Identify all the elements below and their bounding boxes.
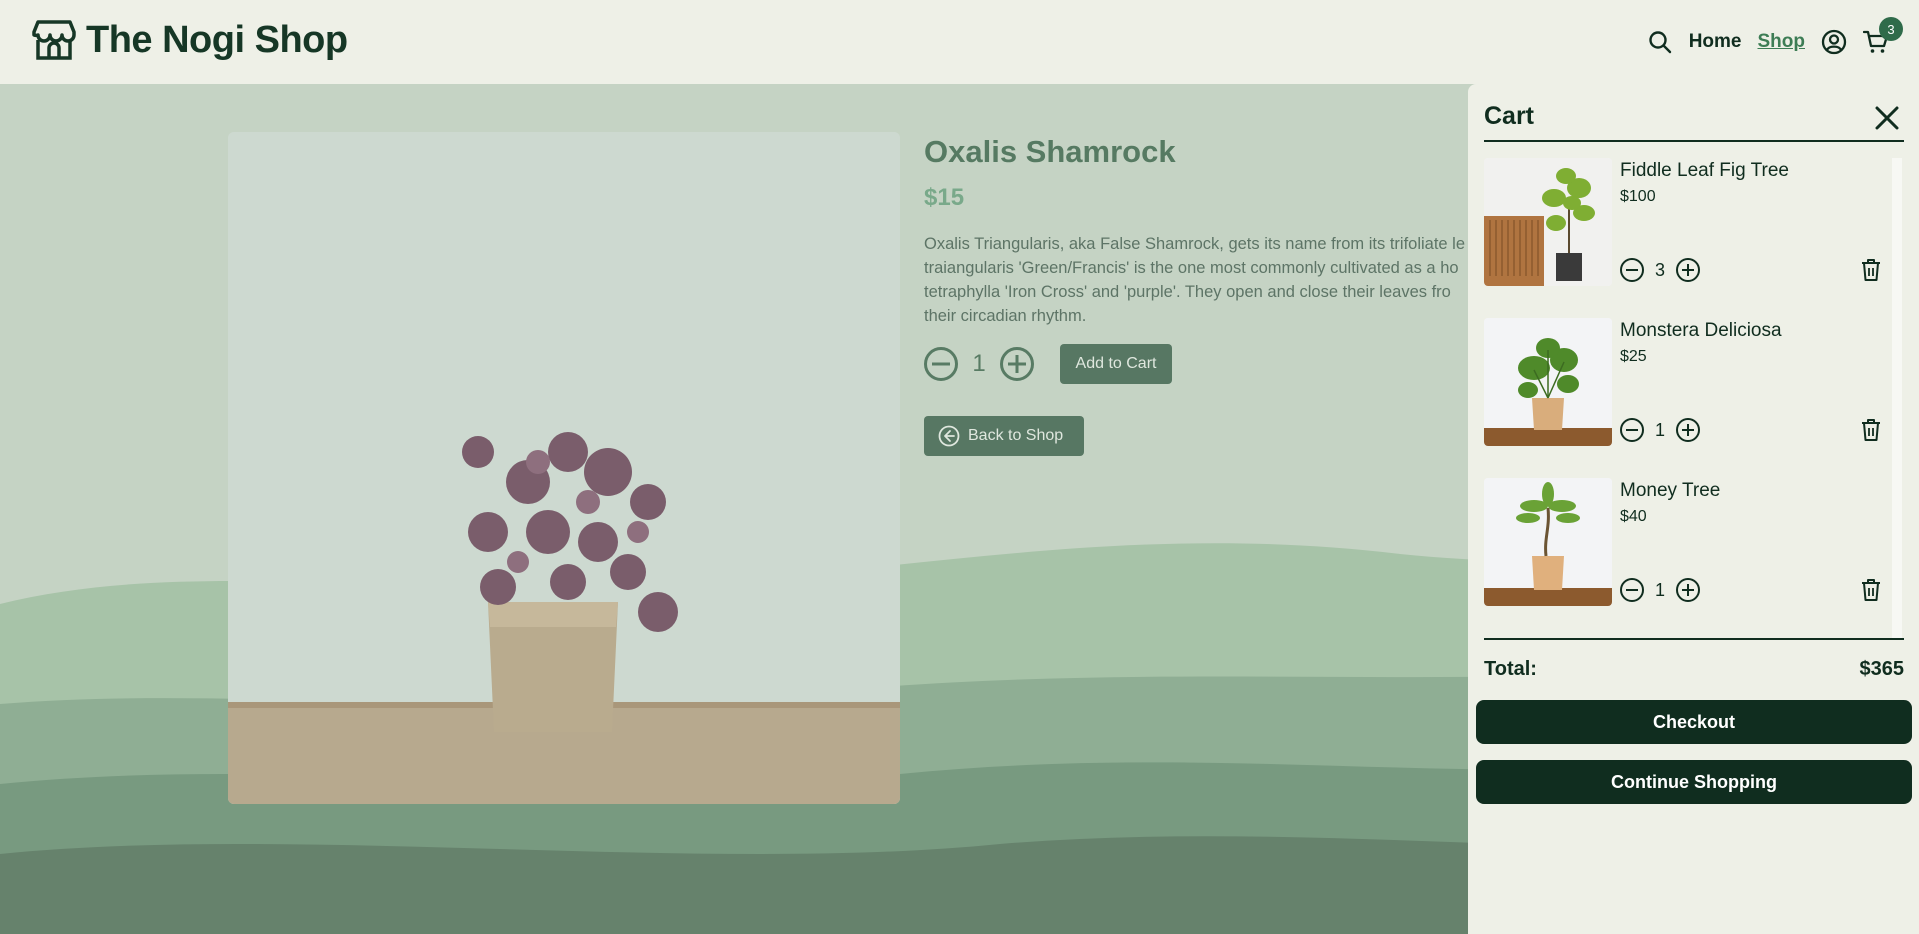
cart-item: Money Tree $40 1 xyxy=(1484,478,1904,608)
cart-title: Cart xyxy=(1484,102,1535,130)
cart-item: Fiddle Leaf Fig Tree $100 3 xyxy=(1484,158,1904,288)
trash-icon[interactable] xyxy=(1860,258,1882,282)
close-icon[interactable] xyxy=(1873,104,1901,132)
nav-home-link[interactable]: Home xyxy=(1689,31,1742,53)
decrement-button[interactable] xyxy=(924,347,958,381)
search-icon[interactable] xyxy=(1647,29,1673,55)
cart-item-decrement-button[interactable] xyxy=(1620,578,1644,602)
trash-icon[interactable] xyxy=(1860,578,1882,602)
cart-item-name: Money Tree xyxy=(1620,480,1721,501)
minus-circle-icon xyxy=(1626,269,1638,271)
product-title: Oxalis Shamrock xyxy=(924,134,1176,169)
back-to-shop-button[interactable]: Back to Shop xyxy=(924,416,1084,456)
cart-total-value: $365 xyxy=(1859,658,1905,680)
cart-item-quantity-stepper: 1 xyxy=(1620,418,1700,442)
nav-shop-link[interactable]: Shop xyxy=(1758,31,1806,53)
plus-circle-icon xyxy=(1682,264,1694,276)
cart-item-price: $40 xyxy=(1620,508,1647,525)
cart-item: Monstera Deliciosa $25 1 xyxy=(1484,318,1904,448)
cart-item-quantity: 1 xyxy=(1654,579,1665,600)
cart-total-label: Total: xyxy=(1484,658,1537,680)
minus-circle-icon xyxy=(1626,429,1638,431)
cart-count-badge: 3 xyxy=(1879,17,1903,41)
cart-divider-bottom xyxy=(1484,638,1904,640)
cart-item-quantity-stepper: 3 xyxy=(1620,258,1700,282)
cart-item-name: Fiddle Leaf Fig Tree xyxy=(1620,160,1789,181)
minus-circle-icon xyxy=(1626,589,1638,591)
cart-item-image xyxy=(1484,318,1612,446)
cart-item-increment-button[interactable] xyxy=(1676,578,1700,602)
cart-item-increment-button[interactable] xyxy=(1676,418,1700,442)
plus-circle-icon xyxy=(1682,424,1694,436)
increment-button[interactable] xyxy=(1000,347,1034,381)
quantity-stepper: 1 xyxy=(924,344,1034,384)
arrow-left-circle-icon xyxy=(938,425,960,447)
cart-divider-top xyxy=(1484,140,1904,142)
trash-icon[interactable] xyxy=(1860,418,1882,442)
cart-button[interactable]: 3 xyxy=(1863,17,1903,55)
logo[interactable]: The Nogi Shop xyxy=(32,18,348,62)
cart-item-quantity-stepper: 1 xyxy=(1620,578,1700,602)
cart-total-row: Total: $365 xyxy=(1484,658,1904,681)
quantity-value: 1 xyxy=(972,350,986,377)
cart-item-quantity: 3 xyxy=(1654,259,1665,280)
checkout-button[interactable]: Checkout xyxy=(1476,700,1912,744)
site-header: The Nogi Shop Home Shop 3 xyxy=(0,0,1919,84)
plus-circle-icon xyxy=(1008,355,1026,373)
cart-item-decrement-button[interactable] xyxy=(1620,258,1644,282)
cart-drawer: Cart Fiddle Leaf Fig Tree $100 3 Monster… xyxy=(1468,84,1919,934)
site-title: The Nogi Shop xyxy=(86,18,348,61)
product-description: Oxalis Triangularis, aka False Shamrock,… xyxy=(924,235,1466,325)
plus-circle-icon xyxy=(1682,584,1694,596)
user-icon[interactable] xyxy=(1821,29,1847,55)
product-price: $15 xyxy=(924,184,965,211)
cart-item-price: $100 xyxy=(1620,188,1656,205)
main-nav: Home Shop 3 xyxy=(1647,17,1903,62)
cart-item-image xyxy=(1484,478,1612,606)
add-to-cart-button[interactable]: Add to Cart xyxy=(1060,344,1172,384)
cart-item-quantity: 1 xyxy=(1654,419,1665,440)
minus-circle-icon xyxy=(932,362,950,366)
cart-item-name: Monstera Deliciosa xyxy=(1620,320,1782,341)
cart-item-increment-button[interactable] xyxy=(1676,258,1700,282)
cart-item-image xyxy=(1484,158,1612,286)
continue-shopping-button[interactable]: Continue Shopping xyxy=(1476,760,1912,804)
storefront-icon xyxy=(32,20,76,60)
product-image xyxy=(228,132,900,804)
cart-item-decrement-button[interactable] xyxy=(1620,418,1644,442)
cart-item-price: $25 xyxy=(1620,348,1647,365)
back-to-shop-label: Back to Shop xyxy=(968,427,1064,444)
